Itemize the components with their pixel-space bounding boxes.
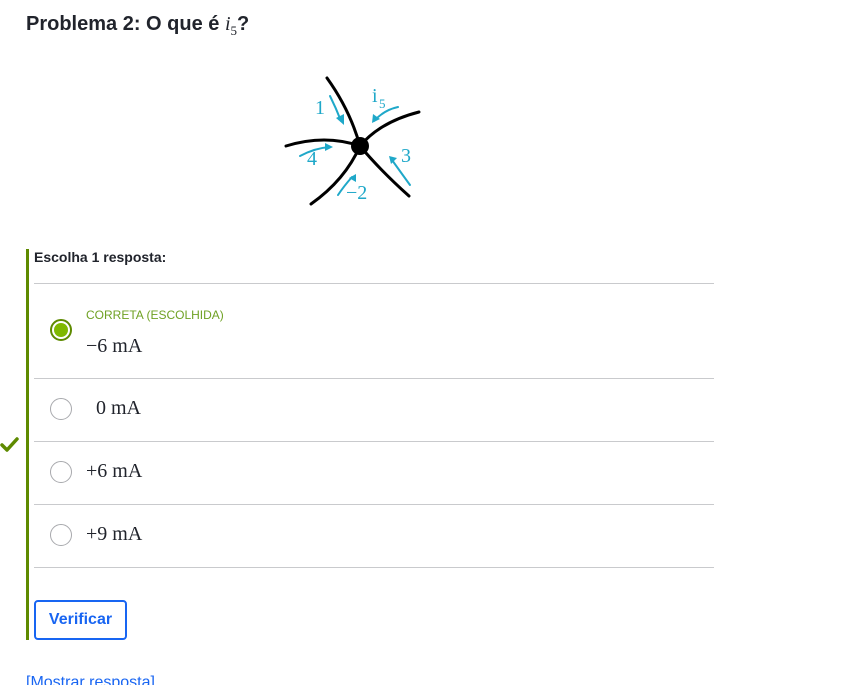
arrowhead-1: [336, 114, 344, 125]
junction-node: [351, 137, 369, 155]
choice-divider: [34, 567, 714, 568]
choice-option-2[interactable]: 0 mA: [34, 379, 714, 441]
choice-option-1[interactable]: CORRETA (ESCOLHIDA) −6 mA: [34, 300, 714, 378]
problem-title-suffix: ?: [237, 13, 250, 35]
choice-option-4[interactable]: +9 mA: [34, 505, 714, 567]
choice-divider: [34, 283, 714, 284]
choice-option-3[interactable]: +6 mA: [34, 442, 714, 504]
label-current-5: i: [372, 85, 378, 107]
verify-button[interactable]: Verificar: [34, 600, 127, 640]
radio-button[interactable]: [50, 461, 72, 483]
choice-status-label: CORRETA (ESCOLHIDA): [86, 308, 224, 322]
arrowhead-neg2: [349, 174, 356, 182]
problem-title-variable: i5: [224, 13, 238, 38]
radio-button[interactable]: [50, 524, 72, 546]
problem-title: Problema 2: O que é i5?: [26, 13, 249, 39]
show-answer-link[interactable]: [Mostrar resposta]: [26, 674, 155, 685]
circuit-node-diagram: 1 i 5 3 4 −2: [284, 76, 421, 206]
problem-title-prefix: Problema 2: O que é: [26, 13, 225, 35]
checkmark-icon: [0, 437, 19, 452]
radio-button-selected[interactable]: [50, 319, 72, 341]
choice-value: −6 mA: [86, 335, 143, 357]
radio-button[interactable]: [50, 398, 72, 420]
label-current-4: 4: [307, 148, 317, 170]
label-current-1: 1: [315, 97, 325, 119]
label-current-3: 3: [401, 145, 411, 167]
choice-value: +9 mA: [86, 523, 143, 545]
choice-value: +6 mA: [86, 460, 143, 482]
wire-5: [358, 110, 421, 148]
arrowhead-4: [325, 143, 333, 151]
choice-value: 0 mA: [86, 397, 141, 419]
choice-prompt: Escolha 1 resposta:: [34, 249, 167, 265]
wire-1: [325, 76, 362, 148]
wire-4: [284, 138, 362, 148]
label-current-neg2: −2: [346, 182, 367, 204]
label-current-5-sub: 5: [379, 96, 386, 111]
